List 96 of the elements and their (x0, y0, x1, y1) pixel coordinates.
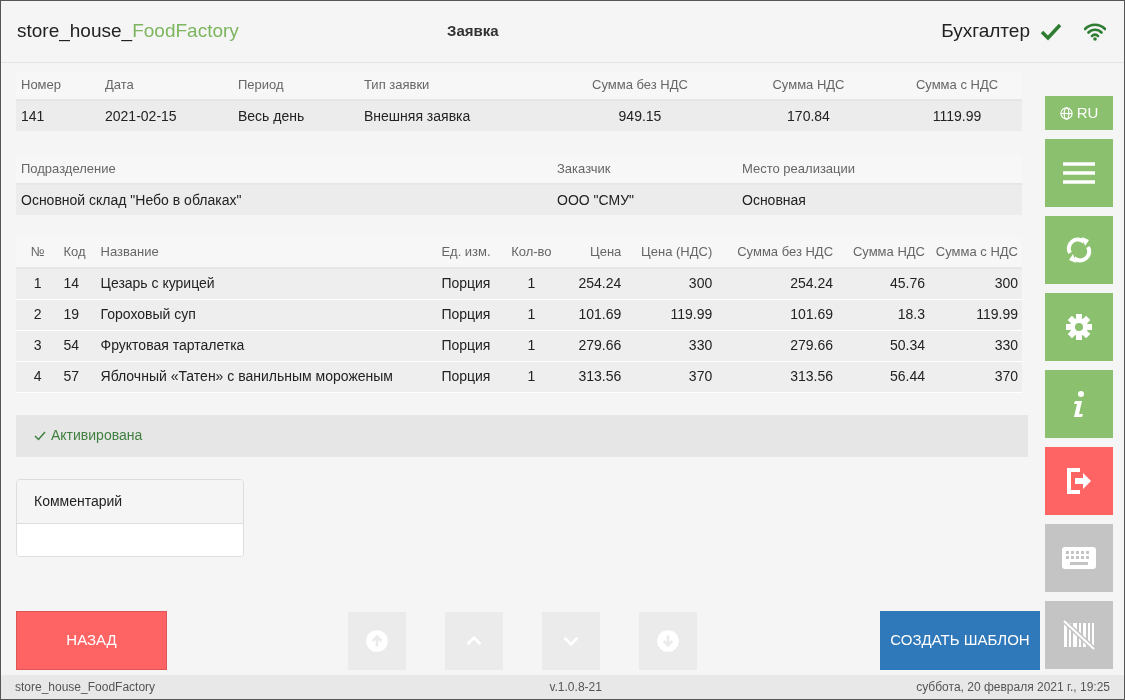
comment-label: Комментарий (17, 479, 243, 524)
table-cell: 119.99 (625, 299, 717, 330)
table-cell: 370 (625, 361, 717, 392)
table-cell: 330 (929, 330, 1022, 361)
user-role: Бухгалтер (941, 19, 1030, 44)
table-cell: 1 (503, 268, 560, 299)
keyboard-icon (1062, 547, 1096, 569)
column-header: Сумма НДС (771, 76, 846, 95)
column-header: Сумма с НДС (929, 237, 1022, 268)
column-header: Кол-во (503, 237, 560, 268)
table-cell: Порция (437, 330, 504, 361)
column-header: Подразделение (20, 160, 117, 179)
table-cell: 279.66 (559, 330, 626, 361)
table-cell: 1 (503, 299, 560, 330)
menu-icon (1063, 162, 1095, 184)
table-cell: 4 (16, 361, 60, 392)
table-cell: Гороховый суп (96, 299, 438, 330)
column-header: Сумма с НДС (914, 76, 1000, 95)
table-cell: 313.56 (716, 361, 838, 392)
app-name: store_house_FoodFactory (15, 679, 156, 696)
column-header: Период (237, 76, 285, 95)
table-cell: 330 (625, 330, 717, 361)
table-cell-text: Весь день (237, 106, 306, 126)
column-header: Тип заявки (363, 76, 431, 95)
check-icon (1040, 22, 1062, 41)
column-header: Номер (20, 76, 62, 95)
logout-button[interactable] (1045, 447, 1113, 515)
table-cell: 19 (59, 299, 97, 330)
column-header: Цена (НДС) (625, 237, 717, 268)
table-cell: Порция (437, 361, 504, 392)
column-header: Заказчик (556, 160, 612, 179)
column-header: Место реализации (741, 160, 857, 179)
page-title: Заявка (447, 21, 499, 42)
create-template-button[interactable]: СОЗДАТЬ ШАБЛОН (880, 611, 1040, 670)
table-cell: 1 (16, 268, 60, 299)
column-header: Код (59, 237, 97, 268)
info-button[interactable] (1045, 370, 1113, 438)
table-cell-text: 2021-02-15 (104, 106, 178, 126)
table-cell-text: Основной склад "Небо в облаках" (20, 190, 243, 210)
table-cell: 3 (16, 330, 60, 361)
app-logo: store_house_FoodFactory (17, 19, 240, 44)
table-cell: 1 (503, 361, 560, 392)
table-cell: Цезарь с курицей (96, 268, 438, 299)
menu-button[interactable] (1045, 139, 1113, 207)
table-cell: 1 (503, 330, 560, 361)
table-cell: 45.76 (837, 268, 929, 299)
table-cell: 56.44 (837, 361, 929, 392)
table-cell: 101.69 (559, 299, 626, 330)
table-cell: 18.3 (837, 299, 929, 330)
table-cell: 313.56 (559, 361, 626, 392)
table-cell: 254.24 (716, 268, 838, 299)
table-cell: 54 (59, 330, 97, 361)
info-icon (1072, 390, 1086, 418)
logout-icon (1066, 467, 1092, 495)
refresh-icon (1065, 235, 1093, 265)
globe-icon (1059, 106, 1073, 120)
column-header: Сумма без НДС (716, 237, 838, 268)
table-cell: Порция (437, 299, 504, 330)
date-time: суббота, 20 февраля 2021 г., 19:25 (916, 679, 1110, 696)
table-cell: 300 (625, 268, 717, 299)
version-label: v.1.0.8-21 (549, 679, 602, 696)
table-cell-text: 141 (20, 106, 46, 126)
table-cell: Яблочный «Татен» с ванильным мороженым (96, 361, 438, 392)
table-cell: 57 (59, 361, 97, 392)
table-cell: 279.66 (716, 330, 838, 361)
table-cell: 2 (16, 299, 60, 330)
column-header: Сумма НДС (837, 237, 929, 268)
settings-button[interactable] (1045, 293, 1113, 361)
table-cell-text: ООО "СМУ" (556, 190, 635, 210)
column-header: Сумма без НДС (591, 76, 689, 95)
refresh-button[interactable] (1045, 216, 1113, 284)
table-cell-text: Внешняя заявка (363, 106, 472, 126)
settings-icon (1064, 312, 1094, 342)
table-cell: 101.69 (716, 299, 838, 330)
table-cell: 300 (929, 268, 1022, 299)
language-button[interactable]: RU (1045, 96, 1113, 130)
column-header: Название (96, 237, 438, 268)
table-cell-text: 949.15 (617, 106, 663, 126)
table-cell: 370 (929, 361, 1022, 392)
barcode-icon (1062, 619, 1096, 651)
table-cell-text: 170.84 (786, 106, 831, 126)
table-cell-text: Основная (741, 190, 807, 210)
check-icon (34, 430, 46, 441)
table-cell: Фруктовая тарталетка (96, 330, 438, 361)
table-cell: 119.99 (929, 299, 1022, 330)
column-header: Ед. изм. (437, 237, 504, 268)
back-button[interactable]: НАЗАД (16, 611, 167, 670)
table-cell: 14 (59, 268, 97, 299)
table-cell-text: 1119.99 (931, 106, 983, 126)
table-cell: 254.24 (559, 268, 626, 299)
column-header: Цена (559, 237, 626, 268)
column-header: № (16, 237, 60, 268)
column-header: Дата (104, 76, 135, 95)
table-cell: Порция (437, 268, 504, 299)
status-text: Активирована (51, 426, 143, 445)
table-cell: 50.34 (837, 330, 929, 361)
